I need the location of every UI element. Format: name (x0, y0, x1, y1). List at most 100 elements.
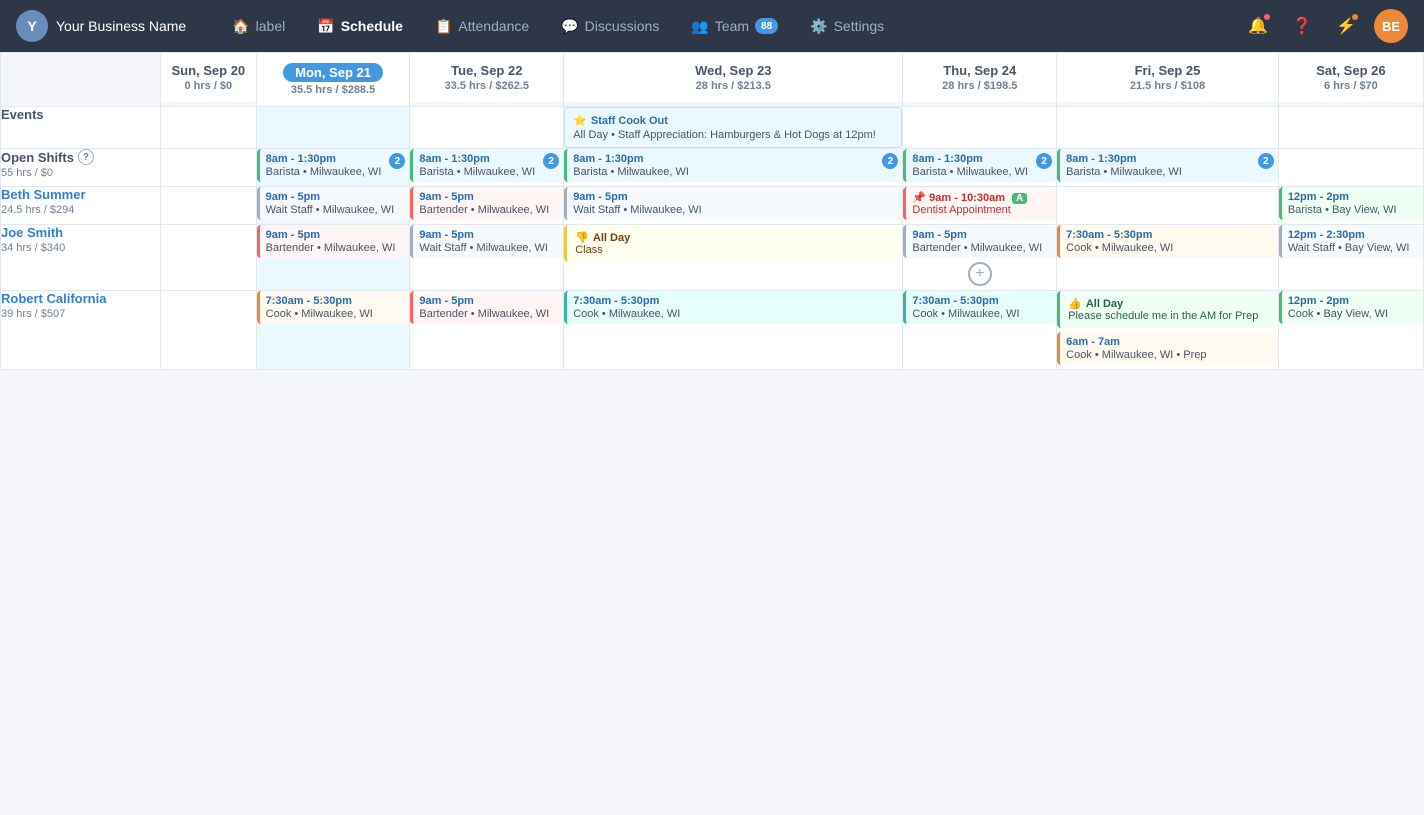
nav-schedule[interactable]: 📅 Schedule (303, 12, 417, 41)
nav-attendance[interactable]: 📋 Attendance (421, 12, 543, 41)
day-name-sat: Sat, Sep 26 (1287, 63, 1415, 78)
nav-team[interactable]: 👥 Team 88 (677, 12, 792, 41)
event-staff-cookout[interactable]: ⭐ Staff Cook Out All Day • Staff Appreci… (564, 107, 902, 148)
header-row: Sun, Sep 20 0 hrs / $0 Mon, Sep 21 35.5 … (1, 53, 1424, 107)
cell-events-sun (161, 107, 257, 149)
row-sub-beth: 24.5 hrs / $294 (1, 204, 160, 216)
cell-joe-sun (161, 225, 257, 291)
cell-robert-thu: 7:30am - 5:30pm Cook • Milwaukee, WI (903, 291, 1057, 370)
shift-beth-tue[interactable]: 9am - 5pm Bartender • Milwaukee, WI (410, 187, 563, 220)
shift-robert-tue[interactable]: 9am - 5pm Bartender • Milwaukee, WI (410, 291, 563, 324)
col-sat: Sat, Sep 26 6 hrs / $70 (1278, 53, 1423, 107)
shift-joe-sat[interactable]: 12pm - 2:30pm Wait Staff • Bay View, WI (1279, 225, 1423, 258)
row-title-robert: Robert California (1, 291, 160, 306)
appt-label: A (1012, 193, 1027, 204)
allday-robert-fri[interactable]: 👍 All Day Please schedule me in the AM f… (1057, 291, 1278, 328)
notification-badge (1262, 12, 1272, 22)
brand-avatar: Y (16, 10, 48, 42)
row-title-open-shifts: Open Shifts ? (1, 149, 160, 165)
day-hrs-sat: 6 hrs / $70 (1287, 80, 1415, 92)
hand-icon: 👍 (1068, 297, 1082, 310)
cell-open-mon: 8am - 1:30pm Barista • Milwaukee, WI 2 (256, 149, 410, 187)
col-thu: Thu, Sep 24 28 hrs / $198.5 (903, 53, 1057, 107)
open-shift-fri[interactable]: 8am - 1:30pm Barista • Milwaukee, WI 2 (1057, 149, 1278, 182)
cell-joe-sat: 12pm - 2:30pm Wait Staff • Bay View, WI (1278, 225, 1423, 291)
appt-beth-thu[interactable]: 📌 9am - 10:30am A Dentist Appointment (903, 187, 1056, 220)
row-sub-open-shifts: 55 hrs / $0 (1, 167, 160, 179)
open-shift-mon[interactable]: 8am - 1:30pm Barista • Milwaukee, WI 2 (257, 149, 410, 182)
thumb-icon: 👎 (575, 231, 589, 244)
cell-beth-fri (1057, 187, 1279, 225)
allday-joe-wed[interactable]: 👎 All Day Class (564, 225, 902, 262)
shift-joe-mon[interactable]: 9am - 5pm Bartender • Milwaukee, WI (257, 225, 410, 258)
cell-joe-tue: 9am - 5pm Wait Staff • Milwaukee, WI (410, 225, 564, 291)
shift-robert-sat[interactable]: 12pm - 2pm Cook • Bay View, WI (1279, 291, 1423, 324)
shift-joe-thu[interactable]: 9am - 5pm Bartender • Milwaukee, WI (903, 225, 1056, 258)
cell-open-sat (1278, 149, 1423, 187)
nav-settings[interactable]: ⚙️ Settings (796, 12, 898, 41)
user-avatar-btn[interactable]: BE (1374, 9, 1408, 43)
schedule-icon: 📅 (317, 18, 334, 35)
day-name-fri: Fri, Sep 25 (1065, 63, 1270, 78)
help-icon-open-shifts[interactable]: ? (78, 149, 94, 165)
cell-open-wed: 8am - 1:30pm Barista • Milwaukee, WI 2 (564, 149, 903, 187)
shift-beth-wed[interactable]: 9am - 5pm Wait Staff • Milwaukee, WI (564, 187, 902, 220)
shift-beth-mon[interactable]: 9am - 5pm Wait Staff • Milwaukee, WI (257, 187, 410, 220)
open-shift-thu[interactable]: 8am - 1:30pm Barista • Milwaukee, WI 2 (903, 149, 1056, 182)
cell-beth-sat: 12pm - 2pm Barista • Bay View, WI (1278, 187, 1423, 225)
col-mon: Mon, Sep 21 35.5 hrs / $288.5 (256, 53, 410, 107)
day-header-wed: Wed, Sep 23 28 hrs / $213.5 (564, 53, 902, 102)
day-hrs-thu: 28 hrs / $198.5 (911, 80, 1048, 92)
brand-name: Your Business Name (56, 18, 186, 34)
open-shift-tue[interactable]: 8am - 1:30pm Barista • Milwaukee, WI 2 (410, 149, 563, 182)
row-title-joe: Joe Smith (1, 225, 160, 240)
attendance-icon: 📋 (435, 18, 452, 35)
star-icon: ⭐ (573, 114, 587, 127)
day-hrs-tue: 33.5 hrs / $262.5 (418, 80, 555, 92)
day-hrs-wed: 28 hrs / $213.5 (572, 80, 894, 92)
row-robert-california: Robert California 39 hrs / $507 7:30am -… (1, 291, 1424, 370)
nav-home[interactable]: 🏠 label (218, 12, 299, 41)
cell-beth-mon: 9am - 5pm Wait Staff • Milwaukee, WI (256, 187, 410, 225)
cell-robert-sat: 12pm - 2pm Cook • Bay View, WI (1278, 291, 1423, 370)
open-shift-wed[interactable]: 8am - 1:30pm Barista • Milwaukee, WI 2 (564, 149, 902, 182)
event-sub: All Day • Staff Appreciation: Hamburgers… (573, 129, 893, 141)
shift-robert-fri-extra[interactable]: 6am - 7am Cook • Milwaukee, WI • Prep (1057, 332, 1278, 365)
cell-beth-sun (161, 187, 257, 225)
cell-events-tue (410, 107, 564, 149)
nav-discussions[interactable]: 💬 Discussions (547, 12, 673, 41)
cell-events-mon (256, 107, 410, 149)
row-sub-joe: 34 hrs / $340 (1, 242, 160, 254)
shift-joe-fri[interactable]: 7:30am - 5:30pm Cook • Milwaukee, WI (1057, 225, 1278, 258)
row-open-shifts: Open Shifts ? 55 hrs / $0 8am - 1:30pm B… (1, 149, 1424, 187)
cell-beth-thu: 📌 9am - 10:30am A Dentist Appointment (903, 187, 1057, 225)
add-shift-joe-thu[interactable]: + (968, 262, 992, 286)
notifications-btn[interactable]: 🔔 (1242, 10, 1274, 42)
lightning-btn[interactable]: ⚡ (1330, 10, 1362, 42)
shift-robert-mon[interactable]: 7:30am - 5:30pm Cook • Milwaukee, WI (257, 291, 410, 324)
cell-events-thu (903, 107, 1057, 149)
cell-robert-sun (161, 291, 257, 370)
team-icon: 👥 (691, 18, 708, 35)
team-badge: 88 (755, 18, 778, 34)
nav-links: 🏠 label 📅 Schedule 📋 Attendance 💬 Discus… (218, 12, 1242, 41)
day-name-thu: Thu, Sep 24 (911, 63, 1048, 78)
row-label-open-shifts: Open Shifts ? 55 hrs / $0 (1, 149, 161, 187)
day-name-wed: Wed, Sep 23 (572, 63, 894, 78)
shift-robert-thu[interactable]: 7:30am - 5:30pm Cook • Milwaukee, WI (903, 291, 1056, 324)
cell-open-tue: 8am - 1:30pm Barista • Milwaukee, WI 2 (410, 149, 564, 187)
shift-beth-sat[interactable]: 12pm - 2pm Barista • Bay View, WI (1279, 187, 1423, 220)
cell-open-sun (161, 149, 257, 187)
day-header-fri: Fri, Sep 25 21.5 hrs / $108 (1057, 53, 1278, 102)
brand[interactable]: Y Your Business Name (16, 10, 186, 42)
row-events: Events ⭐ Staff Cook Out All Day • Staff … (1, 107, 1424, 149)
cell-joe-thu: 9am - 5pm Bartender • Milwaukee, WI + (903, 225, 1057, 291)
day-header-tue: Tue, Sep 22 33.5 hrs / $262.5 (410, 53, 563, 102)
shift-robert-wed[interactable]: 7:30am - 5:30pm Cook • Milwaukee, WI (564, 291, 902, 324)
help-btn[interactable]: ❓ (1286, 10, 1318, 42)
cell-joe-fri: 7:30am - 5:30pm Cook • Milwaukee, WI (1057, 225, 1279, 291)
shift-joe-tue[interactable]: 9am - 5pm Wait Staff • Milwaukee, WI (410, 225, 563, 258)
row-label-joe: Joe Smith 34 hrs / $340 (1, 225, 161, 291)
cell-events-fri (1057, 107, 1279, 149)
col-tue: Tue, Sep 22 33.5 hrs / $262.5 (410, 53, 564, 107)
